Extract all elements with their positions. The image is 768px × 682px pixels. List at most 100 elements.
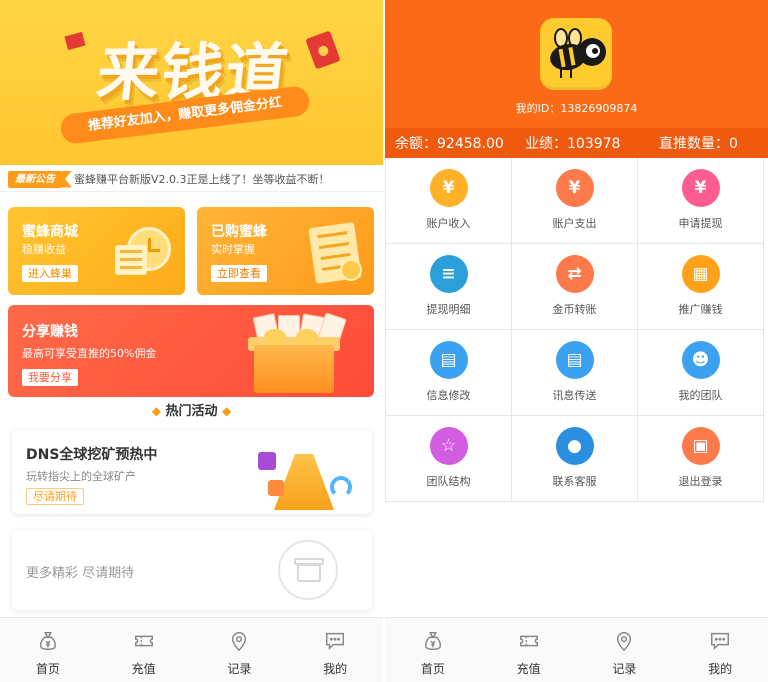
share-button[interactable]: 我要分享 (22, 369, 78, 386)
tab-recharge[interactable]: 充值 (481, 618, 577, 682)
service-icon: ● (555, 427, 594, 465)
account-menu-grid: ¥ 账户收入 ¥ 账户支出 ¥ 申请提现 ≡ 提现明细 ⇄ 金币转账 ▦ 推广赚钱 ▤ 信息修改 ▤ 讯息传送… (385, 158, 765, 502)
tab-label: 充值 (516, 662, 541, 676)
menu-item-label: 退出登录 (678, 475, 723, 488)
location-pin-icon (617, 632, 632, 652)
view-now-button[interactable]: 立即查看 (211, 265, 267, 282)
menu-item-label: 金币转账 (552, 303, 597, 316)
star-icon: ☆ (429, 427, 468, 465)
tab-label: 我的 (708, 662, 733, 676)
tab-mine[interactable]: 我的 (287, 618, 383, 682)
tab-records[interactable]: 记录 (192, 618, 288, 682)
details-icon: ≡ (429, 255, 468, 293)
bought-bees-card[interactable]: 已购蜜蜂 实时掌握 立即查看 (197, 207, 374, 295)
income-icon: ¥ (429, 169, 468, 207)
menu-item-income[interactable]: ¥ 账户收入 (386, 158, 512, 244)
notice-tag-tail (62, 170, 72, 188)
notice-text: 蜜蜂赚平台新版V2.0.3正是上线了！坐等收益不断！ (74, 173, 330, 186)
location-pin-icon (232, 632, 247, 652)
tab-label: 充值 (131, 662, 156, 676)
menu-item-edit-info[interactable]: ▤ 信息修改 (386, 330, 512, 416)
team-icon: ☻ (681, 341, 720, 379)
card-subtitle: 稳赚收益 (22, 243, 66, 256)
tab-records[interactable]: 记录 (577, 618, 673, 682)
expense-icon: ¥ (555, 169, 594, 207)
message-icon: ▤ (555, 341, 594, 379)
gifts-illustration-icon (254, 436, 354, 512)
chat-bubble-icon (326, 632, 345, 651)
tab-label: 记录 (227, 662, 252, 676)
notice-bar[interactable]: 最新公告 蜜蜂赚平台新版V2.0.3正是上线了！坐等收益不断！ (0, 167, 383, 192)
stats-bar: 余额：92458.00 业绩：103978 直推数量：0 (385, 128, 768, 158)
hot-activities-heading: ◆ 热门活动 ◆ (151, 404, 232, 419)
menu-item-label: 讯息传送 (552, 389, 597, 402)
menu-item-label: 申请提现 (678, 217, 723, 230)
menu-item-promote[interactable]: ▦ 推广赚钱 (638, 244, 764, 330)
tab-label: 记录 (612, 662, 637, 676)
flame-icon: ◆ (151, 404, 161, 418)
menu-item-details[interactable]: ≡ 提现明细 (386, 244, 512, 330)
flame-icon: ◆ (222, 404, 232, 418)
notice-tag: 最新公告 (8, 170, 62, 188)
direct-referrals-stat: 直推数量：0 (659, 136, 738, 152)
bee-logo-icon (540, 18, 612, 90)
gift-box-icon (278, 540, 338, 600)
bottom-tab-bar: 首页 充值 记录 我的 (0, 617, 383, 682)
menu-item-label: 提现明细 (426, 303, 471, 316)
performance-stat: 业绩：103978 (525, 136, 621, 152)
coins-icon (340, 259, 362, 281)
menu-item-label: 联系客服 (552, 475, 597, 488)
dns-mining-card[interactable]: DNS全球挖矿预热中 玩转指尖上的全球矿产 尽请期待 (12, 430, 372, 514)
more-text: 更多精彩 尽请期待 (26, 566, 135, 581)
menu-item-label: 账户收入 (426, 217, 471, 230)
menu-item-service[interactable]: ● 联系客服 (512, 416, 638, 502)
promo-title: DNS全球挖矿预热中 (26, 447, 158, 463)
user-id: 我的ID：13826909874 (515, 102, 638, 115)
logout-icon: ▣ (681, 427, 720, 465)
menu-item-message[interactable]: ▤ 讯息传送 (512, 330, 638, 416)
menu-item-label: 信息修改 (426, 389, 471, 402)
menu-item-label: 账户支出 (552, 217, 597, 230)
card-subtitle: 最高可享受直推的50%佣金 (22, 347, 157, 360)
card-title: 分享赚钱 (22, 324, 78, 340)
menu-item-transfer[interactable]: ⇄ 金币转账 (512, 244, 638, 330)
promote-icon: ▦ (681, 255, 720, 293)
balance-stat: 余额：92458.00 (395, 136, 504, 152)
profile-header: 我的ID：13826909874 (385, 0, 768, 128)
menu-item-label: 我的团队 (678, 389, 723, 402)
home-screen: 来钱道 推荐好友加入，赚取更多佣金分红 最新公告 蜜蜂赚平台新版V2.0.3正是… (0, 0, 383, 682)
card-title: 已购蜜蜂 (211, 224, 267, 240)
tab-label: 我的 (323, 662, 348, 676)
menu-item-label: 团队结构 (426, 475, 471, 488)
clock-icon (115, 227, 171, 277)
money-bag-icon (39, 632, 56, 650)
card-title: 蜜蜂商城 (22, 224, 78, 240)
money-bag-icon (424, 632, 441, 650)
share-earn-card[interactable]: 分享赚钱 最高可享受直推的50%佣金 我要分享 (8, 305, 374, 397)
menu-item-withdraw[interactable]: ¥ 申请提现 (638, 158, 764, 244)
ticket-icon (134, 635, 153, 647)
promo-banner[interactable]: 来钱道 推荐好友加入，赚取更多佣金分红 (0, 0, 383, 165)
ticket-icon (519, 635, 538, 647)
coming-soon-button[interactable]: 尽请期待 (26, 488, 84, 505)
bottom-tab-bar: 首页 充值 记录 我的 (385, 617, 768, 682)
transfer-icon: ⇄ (555, 255, 594, 293)
tab-label: 首页 (35, 662, 60, 676)
tab-home[interactable]: 首页 (0, 618, 96, 682)
menu-item-team[interactable]: ☻ 我的团队 (638, 330, 764, 416)
tab-label: 首页 (420, 662, 445, 676)
bee-shop-card[interactable]: 蜜蜂商城 稳赚收益 进入蜂巢 (8, 207, 185, 295)
enter-hive-button[interactable]: 进入蜂巢 (22, 265, 78, 282)
profile-screen: 我的ID：13826909874 余额：92458.00 业绩：103978 直… (385, 0, 768, 682)
menu-item-star[interactable]: ☆ 团队结构 (386, 416, 512, 502)
withdraw-icon: ¥ (681, 169, 720, 207)
card-subtitle: 实时掌握 (211, 243, 255, 256)
menu-item-logout[interactable]: ▣ 退出登录 (638, 416, 764, 502)
tab-mine[interactable]: 我的 (672, 618, 768, 682)
promo-subtitle: 玩转指尖上的全球矿产 (26, 470, 136, 483)
menu-item-expense[interactable]: ¥ 账户支出 (512, 158, 638, 244)
more-coming-card: 更多精彩 尽请期待 (12, 530, 372, 610)
chat-bubble-icon (711, 632, 730, 651)
tab-home[interactable]: 首页 (385, 618, 481, 682)
tab-recharge[interactable]: 充值 (96, 618, 192, 682)
